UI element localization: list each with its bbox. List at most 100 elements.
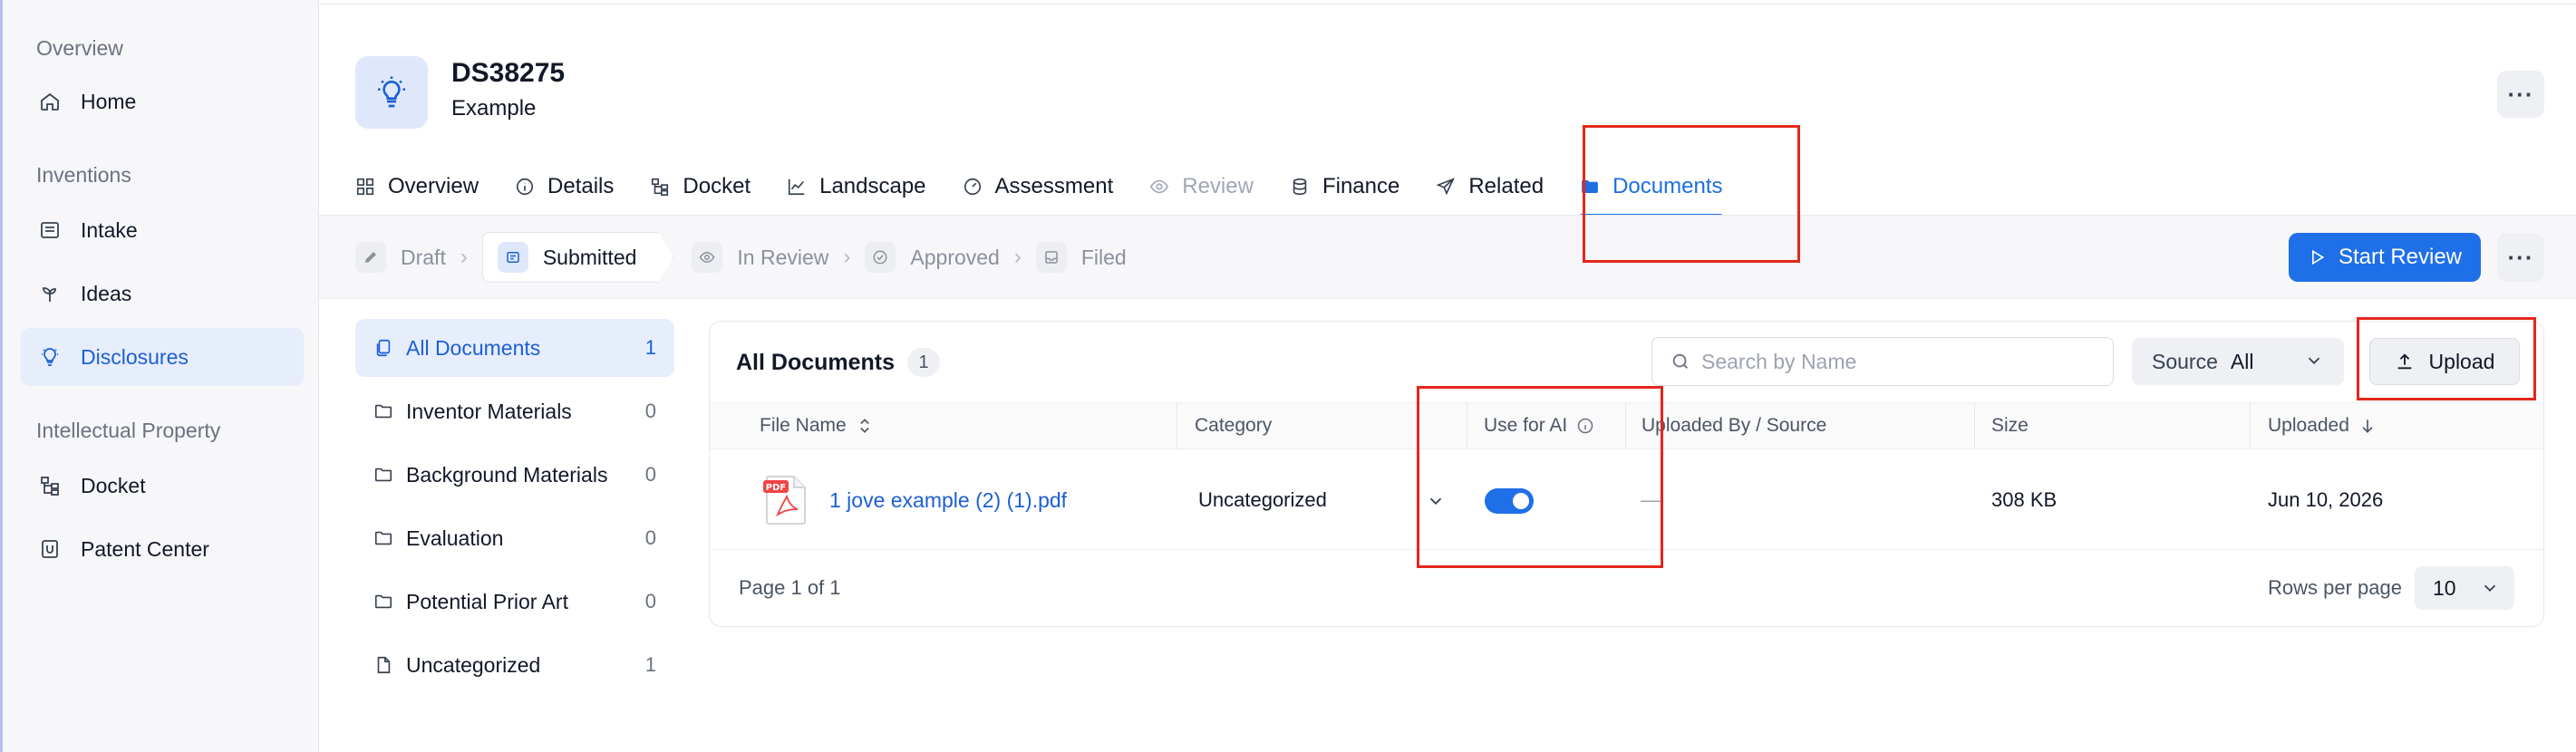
sidebar-item-label: Disclosures — [81, 344, 189, 369]
documents-title: All Documents 1 — [736, 348, 941, 377]
column-category[interactable]: Category — [1195, 402, 1272, 449]
file-name-cell: 1 jove example (2) (1).pdf — [829, 450, 1067, 550]
category-evaluation[interactable]: Evaluation 0 — [355, 509, 674, 567]
inbox-icon — [39, 219, 61, 241]
badge-icon — [39, 538, 61, 560]
tab-label: Assessment — [994, 174, 1114, 198]
size-cell: 308 KB — [1991, 450, 2057, 550]
document-icon — [498, 242, 528, 273]
tab-details[interactable]: Details — [515, 158, 614, 216]
sort-desc-icon — [2362, 419, 2373, 433]
source-value: All — [2230, 349, 2254, 373]
sidebar-item-label: Docket — [81, 473, 146, 497]
sidebar-item-patent-center[interactable]: Patent Center — [21, 520, 304, 578]
column-uploaded[interactable]: Uploaded — [2268, 402, 2377, 449]
more-icon: ··· — [2507, 243, 2534, 271]
step-label: Submitted — [542, 245, 637, 269]
chevron-down-icon — [2484, 584, 2496, 593]
sidebar-item-docket[interactable]: Docket — [21, 457, 304, 515]
tab-assessment[interactable]: Assessment — [963, 158, 1114, 216]
tab-label: Overview — [388, 174, 479, 198]
chevron-right-icon: › — [843, 245, 851, 269]
file-name-link[interactable]: 1 jove example (2) (1).pdf — [829, 488, 1067, 513]
tab-finance[interactable]: Finance — [1290, 158, 1399, 216]
folder-icon — [373, 465, 393, 485]
step-filed: Filed — [1035, 232, 1127, 283]
chart-icon — [789, 178, 805, 196]
play-icon — [2311, 249, 2325, 265]
tab-label: Docket — [683, 174, 751, 198]
tab-related[interactable]: Related — [1436, 158, 1544, 216]
rows-per-page-select[interactable]: 10 — [2415, 566, 2514, 610]
column-size[interactable]: Size — [1991, 402, 2029, 449]
chevron-right-icon: › — [1013, 245, 1022, 269]
top-border — [319, 0, 2576, 5]
tab-label: Related — [1468, 174, 1545, 198]
sidebar-item-home[interactable]: Home — [21, 72, 304, 130]
tab-overview[interactable]: Overview — [355, 158, 479, 216]
file-icon — [373, 655, 393, 675]
home-icon — [39, 91, 61, 112]
step-label: Approved — [910, 245, 1000, 269]
sidebar-item-label: Patent Center — [81, 536, 209, 561]
search-box[interactable] — [1651, 337, 2114, 386]
step-label: Draft — [401, 245, 446, 269]
grid-icon — [356, 178, 374, 196]
step-draft: Draft — [355, 232, 446, 283]
tab-label: Review — [1182, 174, 1254, 198]
start-review-label: Start Review — [2338, 245, 2463, 269]
category-cell[interactable]: Uncategorized — [1198, 450, 1327, 550]
category-label: Evaluation — [406, 525, 504, 550]
category-all-documents[interactable]: All Documents 1 — [355, 319, 674, 377]
tab-review: Review — [1149, 158, 1254, 216]
annotation-box-use-for-ai — [1417, 386, 1663, 568]
eye-icon — [1150, 179, 1169, 194]
sidebar-item-label: Home — [81, 89, 137, 113]
documents-icon — [373, 338, 393, 358]
category-background-materials[interactable]: Background Materials 0 — [355, 446, 674, 504]
tab-landscape[interactable]: Landscape — [787, 158, 926, 216]
sort-icon — [859, 419, 869, 433]
column-divider — [1974, 402, 1975, 449]
source-filter[interactable]: Source All — [2132, 338, 2344, 385]
share-icon — [1436, 178, 1456, 196]
category-count: 0 — [644, 526, 656, 549]
workflow-more-button[interactable]: ··· — [2497, 233, 2544, 282]
category-count: 1 — [644, 336, 656, 359]
column-label: Size — [1991, 415, 2029, 436]
category-inventor-materials[interactable]: Inventor Materials 0 — [355, 382, 674, 440]
category-value: Uncategorized — [1198, 488, 1327, 511]
column-label: File Name — [760, 415, 847, 436]
tab-label: Finance — [1322, 174, 1400, 198]
column-file-name[interactable]: File Name — [760, 402, 874, 449]
documents-title-text: All Documents — [736, 349, 896, 375]
category-potential-prior-art[interactable]: Potential Prior Art 0 — [355, 573, 674, 631]
search-input[interactable] — [1701, 349, 2100, 374]
lightbulb-icon — [378, 76, 405, 108]
header-more-button[interactable]: ··· — [2497, 71, 2544, 118]
sidebar-item-disclosures[interactable]: Disclosures — [21, 328, 304, 386]
sidebar-item-intake[interactable]: Intake — [21, 201, 304, 259]
coins-icon — [1293, 178, 1307, 196]
column-label: Uploaded — [2268, 415, 2349, 436]
sidebar-item-ideas[interactable]: Ideas — [21, 265, 304, 323]
sprout-icon — [39, 283, 61, 304]
start-review-button[interactable]: Start Review — [2289, 233, 2481, 282]
step-in-review: In Review — [692, 232, 828, 283]
tray-icon — [1035, 242, 1067, 273]
tab-label: Landscape — [819, 174, 926, 198]
category-count: 0 — [644, 400, 656, 422]
pdf-file-icon: PDF — [763, 476, 806, 525]
tab-bar: Overview Details Docket Landscape Assess… — [355, 158, 1758, 217]
category-count: 1 — [644, 653, 656, 676]
column-uploaded-by[interactable]: Uploaded By / Source — [1641, 402, 1826, 449]
uploaded-cell: Jun 10, 2026 — [2268, 450, 2383, 550]
column-divider — [2250, 402, 2251, 449]
page-subtitle: Example — [451, 96, 537, 121]
category-count: 0 — [644, 463, 656, 486]
column-label: Uploaded By / Source — [1641, 415, 1827, 436]
category-count: 0 — [644, 590, 656, 612]
tab-docket[interactable]: Docket — [650, 158, 751, 216]
category-uncategorized[interactable]: Uncategorized 1 — [355, 636, 674, 694]
category-label: All Documents — [406, 335, 541, 360]
